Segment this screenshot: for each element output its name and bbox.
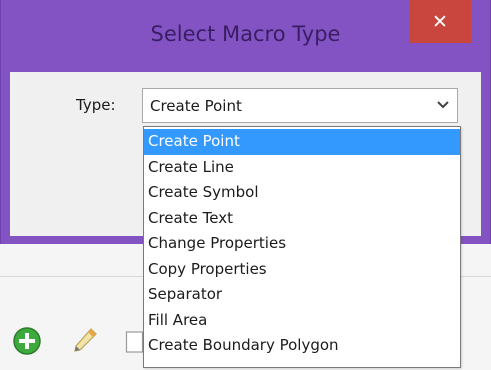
dropdown-option[interactable]: Create Symbol: [144, 180, 460, 206]
dropdown-option[interactable]: Separator: [144, 282, 460, 308]
type-label: Type:: [76, 96, 116, 114]
chevron-down-icon: [437, 101, 449, 109]
dropdown-option[interactable]: Create Boundary Polygon: [144, 333, 460, 359]
dropdown-option[interactable]: Copy Properties: [144, 257, 460, 283]
copy-icon: [125, 331, 144, 353]
dropdown-option[interactable]: Create Text: [144, 206, 460, 232]
macro-type-selected-value: Create Point: [150, 97, 242, 115]
close-button[interactable]: ✕: [409, 0, 471, 43]
macro-type-select[interactable]: Create Point: [142, 88, 458, 123]
add-icon: [13, 327, 41, 355]
dropdown-option[interactable]: Change Properties: [144, 231, 460, 257]
close-icon: ✕: [432, 10, 448, 33]
copy-button[interactable]: [125, 330, 144, 354]
dropdown-option[interactable]: Fill Area: [144, 308, 460, 334]
edit-button[interactable]: [71, 326, 99, 356]
dropdown-option[interactable]: Create Line: [144, 155, 460, 181]
dropdown-option[interactable]: Create Point: [144, 129, 460, 155]
pencil-icon: [74, 328, 97, 352]
add-button[interactable]: [12, 326, 42, 356]
macro-type-dropdown-list[interactable]: Create Point Create Line Create Symbol Crea…: [143, 126, 461, 368]
